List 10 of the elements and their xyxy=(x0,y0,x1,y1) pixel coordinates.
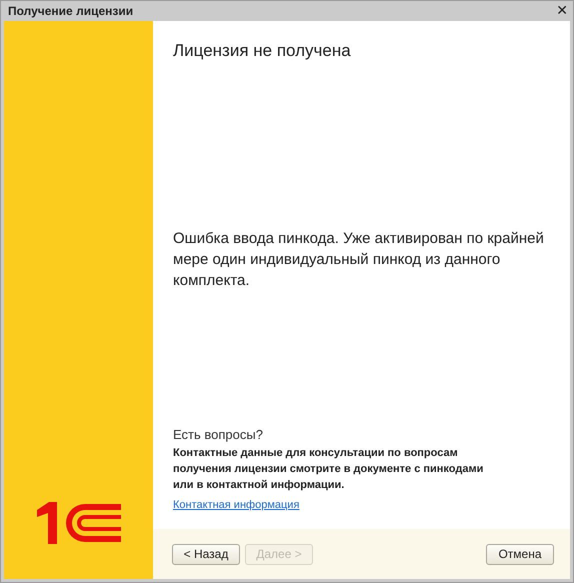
cancel-button[interactable]: Отмена xyxy=(486,544,554,564)
error-message: Ошибка ввода пинкода. Уже активирован по крайней мере один индивидуальный пинкод из данного комплекта. xyxy=(173,229,545,291)
logo-icon xyxy=(34,502,120,544)
back-button[interactable]: < Назад xyxy=(172,544,240,564)
window-title: Получение лицензии xyxy=(8,4,134,18)
contact-link[interactable]: Контактная информация xyxy=(173,499,300,511)
page-heading: Лицензия не получена xyxy=(173,41,351,61)
help-question: Есть вопросы? xyxy=(173,427,263,442)
close-button[interactable]: ✕ xyxy=(556,3,568,19)
help-text: Контактные данные для консультации по вопросам получения лицензии смотрите в документе с пинкодами или в контактной информации. xyxy=(173,446,484,493)
